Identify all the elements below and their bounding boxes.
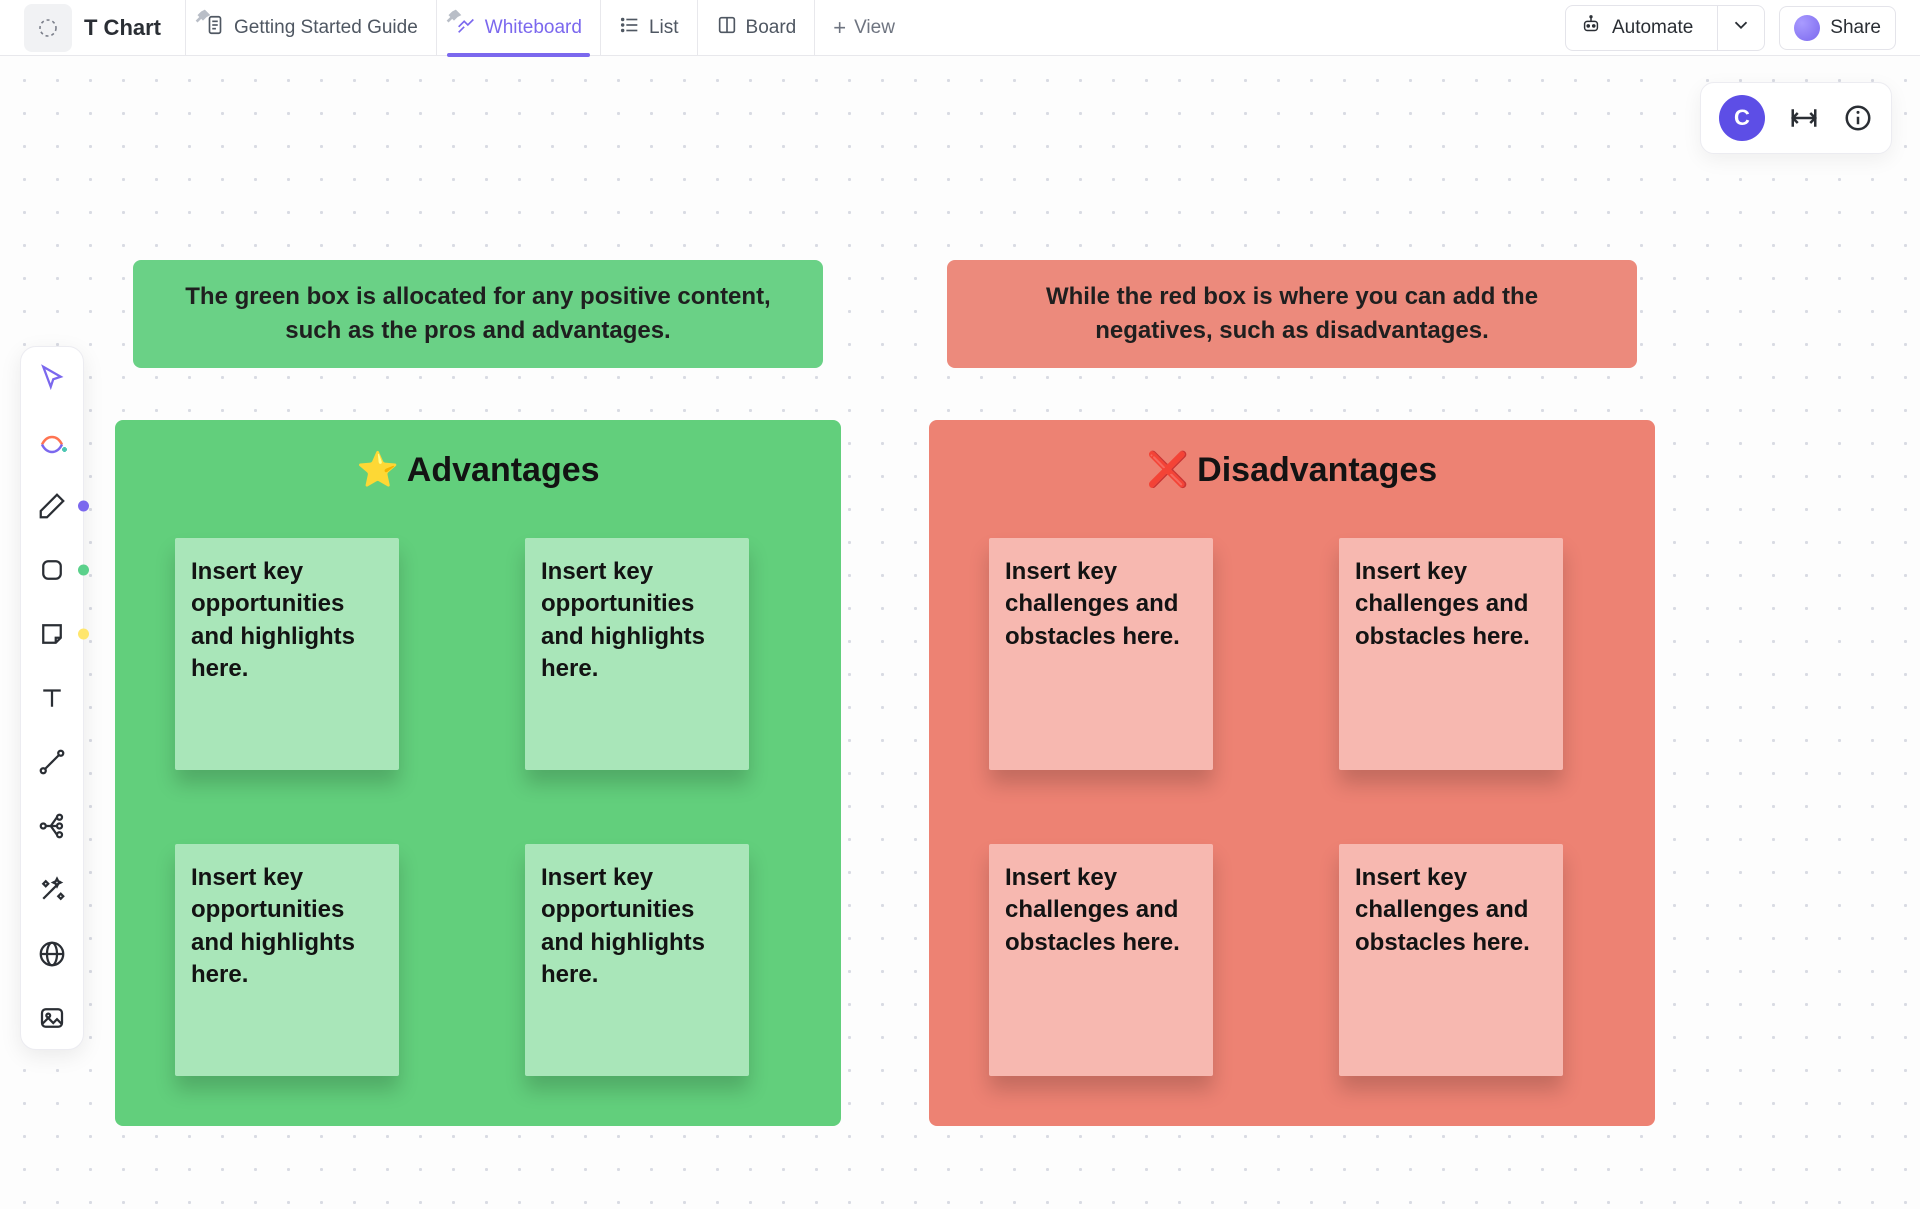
tool-connector[interactable] xyxy=(35,745,69,779)
cross-icon: ❌ xyxy=(1147,451,1189,489)
disadvantages-description-note[interactable]: While the red box is where you can add t… xyxy=(947,260,1637,368)
advantages-heading-text: Advantages xyxy=(407,451,600,489)
info-icon[interactable] xyxy=(1843,103,1873,133)
tab-board[interactable]: Board xyxy=(697,0,815,56)
fit-width-icon[interactable] xyxy=(1789,103,1819,133)
list-view-icon xyxy=(619,14,641,42)
presence-avatar[interactable]: C xyxy=(1719,95,1765,141)
advantage-card[interactable]: Insert key opportunities and highlights … xyxy=(175,844,399,1076)
tool-text[interactable] xyxy=(35,681,69,715)
advantage-card[interactable]: Insert key opportunities and highlights … xyxy=(525,538,749,770)
t-chart: The green box is allocated for any posit… xyxy=(115,260,1655,1126)
share-button[interactable]: Share xyxy=(1779,6,1896,50)
tool-web-embed[interactable] xyxy=(35,937,69,971)
view-tabs: Getting Started Guide Whiteboard List xyxy=(185,0,913,56)
disadvantage-card[interactable]: Insert key challenges and obstacles here… xyxy=(1339,538,1563,770)
disadvantages-heading-text: Disadvantages xyxy=(1197,451,1437,489)
star-icon: ⭐ xyxy=(356,451,398,489)
advantages-panel[interactable]: ⭐Advantages Insert key opportunities and… xyxy=(115,420,841,1126)
color-dot-icon xyxy=(78,501,89,512)
tool-shape[interactable] xyxy=(35,553,69,587)
tool-pen[interactable] xyxy=(35,489,69,523)
tab-label: Whiteboard xyxy=(485,17,582,39)
add-view-button[interactable]: + View xyxy=(814,0,913,56)
robot-icon xyxy=(1580,14,1602,42)
advantage-card[interactable]: Insert key opportunities and highlights … xyxy=(175,538,399,770)
tab-list[interactable]: List xyxy=(600,0,697,56)
whiteboard-canvas[interactable]: C xyxy=(0,56,1920,1209)
tab-label: Board xyxy=(746,17,797,39)
disadvantage-card[interactable]: Insert key challenges and obstacles here… xyxy=(1339,844,1563,1076)
document-icon[interactable] xyxy=(24,4,72,52)
whiteboard-toolbar xyxy=(20,346,84,1050)
tab-label: Getting Started Guide xyxy=(234,17,418,39)
chevron-down-icon xyxy=(1730,14,1752,36)
color-dot-icon xyxy=(78,629,89,640)
disadvantages-column: While the red box is where you can add t… xyxy=(929,260,1655,1126)
tab-whiteboard[interactable]: Whiteboard xyxy=(436,0,600,56)
automate-label: Automate xyxy=(1612,17,1693,39)
advantages-heading: ⭐Advantages xyxy=(155,450,801,490)
tool-ai-magic[interactable] xyxy=(35,873,69,907)
tab-getting-started[interactable]: Getting Started Guide xyxy=(185,0,436,56)
board-view-icon xyxy=(716,14,738,42)
disadvantage-card[interactable]: Insert key challenges and obstacles here… xyxy=(989,538,1213,770)
tool-image[interactable] xyxy=(35,1001,69,1035)
automate-dropdown[interactable] xyxy=(1717,6,1764,50)
tool-ai-generate[interactable] xyxy=(35,425,69,459)
advantages-column: The green box is allocated for any posit… xyxy=(115,260,841,1126)
share-avatar-icon xyxy=(1794,15,1820,41)
disadvantages-panel[interactable]: ❌Disadvantages Insert key challenges and… xyxy=(929,420,1655,1126)
disadvantages-heading: ❌Disadvantages xyxy=(969,450,1615,490)
pin-icon xyxy=(443,6,455,18)
canvas-corner-controls: C xyxy=(1700,82,1892,154)
app-topbar: T Chart Getting Started Guide Whiteboard xyxy=(0,0,1920,56)
plus-icon: + xyxy=(833,17,846,39)
tool-sticky-note[interactable] xyxy=(35,617,69,651)
advantages-description-note[interactable]: The green box is allocated for any posit… xyxy=(133,260,823,368)
automate-button[interactable]: Automate xyxy=(1565,5,1765,51)
color-dot-icon xyxy=(78,565,89,576)
tool-cursor[interactable] xyxy=(35,361,69,395)
tool-mindmap[interactable] xyxy=(35,809,69,843)
share-label: Share xyxy=(1830,17,1881,39)
pin-icon xyxy=(192,6,204,18)
disadvantage-card[interactable]: Insert key challenges and obstacles here… xyxy=(989,844,1213,1076)
document-title[interactable]: T Chart xyxy=(84,15,161,41)
advantage-card[interactable]: Insert key opportunities and highlights … xyxy=(525,844,749,1076)
tab-label: List xyxy=(649,17,679,39)
add-view-label: View xyxy=(854,17,895,39)
